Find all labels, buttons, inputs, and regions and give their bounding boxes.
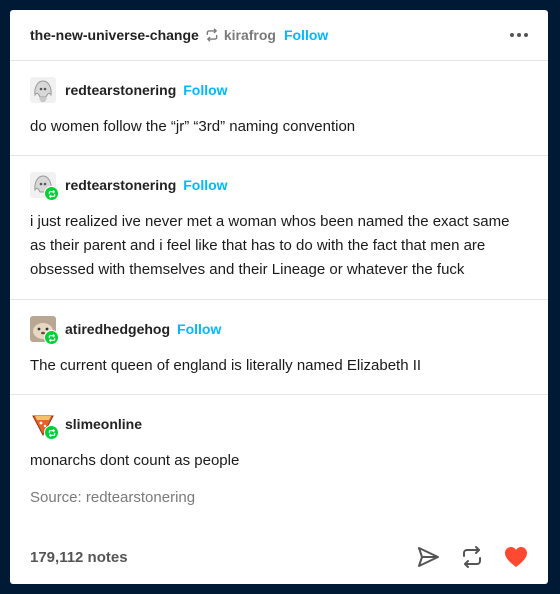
post-card: the-new-universe-change kirafrog Follow — [10, 10, 548, 584]
ellipsis-icon[interactable] — [510, 33, 528, 37]
follow-button[interactable]: Follow — [284, 27, 328, 43]
reblogged-from-link[interactable]: kirafrog — [224, 27, 276, 43]
reblog-icon — [205, 28, 219, 42]
avatar[interactable] — [30, 316, 59, 345]
blog-name-link[interactable]: the-new-universe-change — [30, 27, 199, 43]
notes-count[interactable]: 179,112 notes — [30, 549, 128, 566]
author-name[interactable]: redtearstonering — [65, 82, 176, 98]
post-author: redtearstonering Follow — [30, 170, 528, 201]
share-icon[interactable] — [416, 545, 440, 569]
reblog-badge-icon — [44, 186, 59, 201]
post-author: slimeonline — [30, 409, 528, 440]
author-name[interactable]: slimeonline — [65, 416, 142, 432]
post-author: redtearstonering Follow — [30, 75, 528, 105]
post-text: i just realized ive never met a woman wh… — [30, 213, 510, 278]
post-text: monarchs dont count as people — [30, 452, 240, 469]
avatar[interactable] — [30, 172, 59, 201]
post-actions — [416, 545, 528, 569]
post-author: atiredhedgehog Follow — [30, 314, 528, 345]
author-name[interactable]: atiredhedgehog — [65, 321, 170, 337]
reblog-trail-item: slimeonline monarchs dont count as peopl… — [10, 395, 548, 481]
follow-button[interactable]: Follow — [183, 82, 227, 98]
like-heart-icon[interactable] — [504, 546, 528, 568]
post-text: do women follow the “jr” “3rd” naming co… — [30, 118, 356, 135]
avatar[interactable] — [30, 77, 56, 103]
reblog-badge-icon — [44, 330, 59, 345]
post-footer: 179,112 notes — [10, 530, 548, 584]
reblog-icon[interactable] — [460, 545, 484, 569]
follow-button[interactable]: Follow — [183, 177, 227, 193]
reblog-badge-icon — [44, 425, 59, 440]
post-header: the-new-universe-change kirafrog Follow — [10, 10, 548, 61]
author-name[interactable]: redtearstonering — [65, 177, 176, 193]
avatar[interactable] — [30, 411, 59, 440]
reblog-trail-item: redtearstonering Follow do women follow … — [10, 61, 548, 156]
source-link[interactable]: Source: redtearstonering — [10, 489, 548, 506]
reblog-trail-item: atiredhedgehog Follow The current queen … — [10, 300, 548, 395]
reblog-trail-item: redtearstonering Follow i just realized … — [10, 156, 548, 300]
post-text: The current queen of england is literall… — [30, 357, 422, 374]
follow-button[interactable]: Follow — [177, 321, 221, 337]
